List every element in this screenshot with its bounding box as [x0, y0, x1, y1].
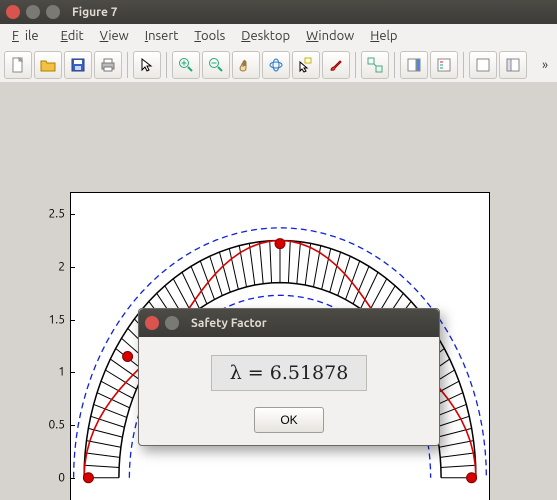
- hide-plot-tools-icon: [475, 57, 491, 73]
- rotate-3d-icon: [268, 57, 284, 73]
- menu-window[interactable]: Window: [300, 27, 360, 45]
- zoom-out-icon: [208, 57, 224, 73]
- y-tick-label: 0: [35, 471, 65, 484]
- menu-desktop[interactable]: Desktop: [235, 27, 296, 45]
- link-plot-button[interactable]: [361, 51, 389, 79]
- show-plot-tools-button[interactable]: [499, 51, 527, 79]
- y-tick-label: 1.5: [35, 313, 65, 326]
- dialog-title: Safety Factor: [191, 317, 267, 330]
- toolbar-separator: [394, 52, 395, 78]
- menu-help[interactable]: Help: [364, 27, 403, 45]
- insert-colorbar-icon: [406, 57, 422, 73]
- pointer-icon: [139, 57, 155, 73]
- data-cursor-icon: [298, 57, 314, 73]
- zoom-in-icon: [178, 57, 194, 73]
- pan-icon: [238, 57, 254, 73]
- link-plot-icon: [367, 57, 383, 73]
- toolbar-separator: [355, 52, 356, 78]
- print-button[interactable]: [94, 51, 122, 79]
- new-file-icon: [10, 57, 26, 73]
- open-file-icon: [40, 57, 56, 73]
- zoom-in-button[interactable]: [172, 51, 200, 79]
- y-tick-label: 2.5: [35, 208, 65, 221]
- open-file-button[interactable]: [34, 51, 62, 79]
- dialog-minimize-icon[interactable]: [165, 316, 179, 330]
- y-tick-label: 0.5: [35, 419, 65, 432]
- dialog-close-icon[interactable]: [145, 316, 159, 330]
- figure-window: Figure 7 File Edit View Insert Tools Des…: [0, 0, 557, 500]
- menu-file[interactable]: File: [6, 27, 51, 45]
- menu-edit[interactable]: Edit: [55, 27, 90, 45]
- pan-button[interactable]: [232, 51, 260, 79]
- pointer-button[interactable]: [133, 51, 161, 79]
- safety-factor-dialog: Safety Factor λ = 6.51878 OK: [138, 308, 440, 446]
- lambda-value: λ = 6.51878: [211, 355, 368, 391]
- toolbar-overflow-icon[interactable]: »: [537, 58, 553, 72]
- window-maximize-icon[interactable]: [46, 5, 60, 19]
- data-cursor-button[interactable]: [292, 51, 320, 79]
- menubar: File Edit View Insert Tools Desktop Wind…: [0, 24, 557, 48]
- brush-button[interactable]: [322, 51, 350, 79]
- new-file-button[interactable]: [4, 51, 32, 79]
- zoom-out-button[interactable]: [202, 51, 230, 79]
- insert-legend-icon: [436, 57, 452, 73]
- dialog-titlebar: Safety Factor: [139, 309, 439, 337]
- window-title: Figure 7: [72, 6, 118, 19]
- save-icon: [70, 57, 86, 73]
- window-minimize-icon[interactable]: [26, 5, 40, 19]
- menu-view[interactable]: View: [94, 27, 135, 45]
- save-button[interactable]: [64, 51, 92, 79]
- insert-legend-button[interactable]: [430, 51, 458, 79]
- hide-plot-tools-button[interactable]: [469, 51, 497, 79]
- menu-tools[interactable]: Tools: [188, 27, 231, 45]
- window-titlebar: Figure 7: [0, 0, 557, 24]
- rotate-3d-button[interactable]: [262, 51, 290, 79]
- brush-icon: [328, 57, 344, 73]
- y-tick-label: 1: [35, 366, 65, 379]
- dialog-body: λ = 6.51878 OK: [139, 337, 439, 445]
- show-plot-tools-icon: [505, 57, 521, 73]
- toolbar-separator: [127, 52, 128, 78]
- toolbar-separator: [166, 52, 167, 78]
- insert-colorbar-button[interactable]: [400, 51, 428, 79]
- toolbar-separator: [463, 52, 464, 78]
- window-close-icon[interactable]: [6, 5, 20, 19]
- figure-toolbar: »: [0, 48, 557, 83]
- print-icon: [100, 57, 116, 73]
- ok-button[interactable]: OK: [254, 407, 324, 433]
- y-tick-label: 2: [35, 260, 65, 273]
- menu-insert[interactable]: Insert: [139, 27, 185, 45]
